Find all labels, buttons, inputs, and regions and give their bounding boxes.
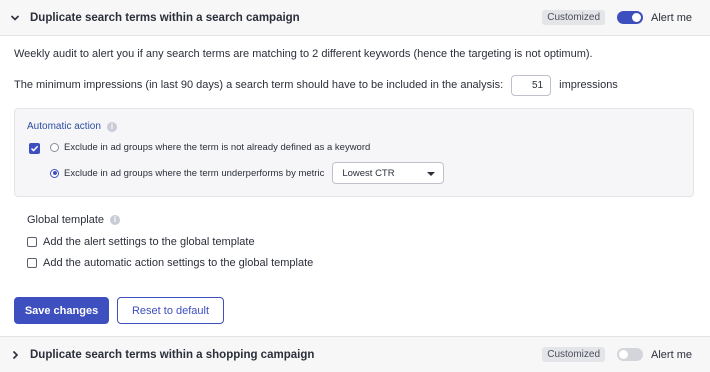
metric-select[interactable]: Lowest CTR [332,162,445,184]
save-changes-button[interactable]: Save changes [14,297,109,324]
metric-select-value: Lowest CTR [342,167,395,179]
action-settings-label: Add the automatic action settings to the… [43,257,314,269]
info-icon[interactable]: i [106,121,117,132]
radio-not-keyword[interactable] [50,143,59,152]
check-icon [30,145,39,152]
min-impressions-input[interactable] [511,74,552,96]
section-title: Duplicate search terms within a shopping… [30,348,315,361]
customized-badge: Customized [542,10,606,25]
radio-underperforms[interactable] [50,168,59,178]
chevron-right-icon[interactable] [0,337,30,372]
chevron-down-icon[interactable] [0,0,30,36]
option-underperforms[interactable]: Exclude in ad groups where the term unde… [50,162,445,184]
section-header-search-campaign[interactable]: Duplicate search terms within a search c… [0,0,710,36]
option-not-keyword-label: Exclude in ad groups where the term is n… [64,142,371,153]
alert-label: Alert me [651,348,692,361]
audit-description: Weekly audit to alert you if any search … [14,48,593,60]
alert-settings-label: Add the alert settings to the global tem… [43,236,255,248]
automatic-action-panel: Automatic action i Exclude in ad groups … [14,108,694,197]
automatic-action-title: Automatic action i [27,121,117,132]
toggle-knob [619,350,629,359]
min-impressions-label: The minimum impressions (in last 90 days… [14,79,504,91]
info-icon[interactable]: i [110,215,121,225]
global-template-label: Global template [27,214,105,226]
alert-toggle[interactable] [617,348,644,361]
customized-badge: Customized [542,347,606,362]
min-impressions-row: The minimum impressions (in last 90 days… [14,74,618,96]
automatic-action-label: Automatic action [27,121,101,132]
caret-down-icon [427,172,436,176]
section-title: Duplicate search terms within a search c… [30,11,300,24]
alert-settings-checkbox[interactable] [27,237,37,247]
impressions-suffix: impressions [559,79,618,91]
toggle-knob [632,13,642,22]
reset-to-default-button[interactable]: Reset to default [117,297,224,324]
option-not-keyword[interactable]: Exclude in ad groups where the term is n… [50,142,370,153]
global-template-title: Global template i [27,214,121,226]
option-underperforms-label: Exclude in ad groups where the term unde… [64,167,325,179]
global-template-action-option[interactable]: Add the automatic action settings to the… [27,257,313,269]
automatic-action-checkbox[interactable] [29,143,40,154]
alert-label: Alert me [651,11,692,24]
alert-toggle[interactable] [617,11,644,24]
action-settings-checkbox[interactable] [27,258,37,268]
section-header-shopping-campaign[interactable]: Duplicate search terms within a shopping… [0,336,710,372]
global-template-alert-option[interactable]: Add the alert settings to the global tem… [27,236,255,248]
